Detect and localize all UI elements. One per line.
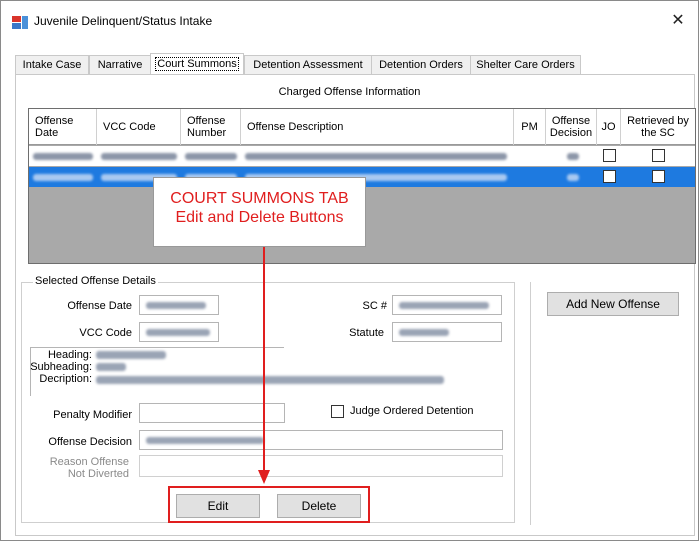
redacted-offense-description [245,153,507,160]
column-offense-decision[interactable]: Offense Decision [546,109,597,145]
annotation-line-1: COURT SUMMONS TAB [170,190,349,207]
vcc-code-label: VCC Code [79,327,132,339]
offense-decision-field[interactable] [139,430,503,450]
annotation-line-2: Edit and Delete Buttons [175,209,344,226]
retrieved-checkbox[interactable] [652,149,665,162]
tab-shelter-care-orders[interactable]: Shelter Care Orders [470,55,581,75]
annotation-arrowhead [258,470,270,484]
title-bar: Juvenile Delinquent/Status Intake ✕ [1,1,698,41]
offense-date-label: Offense Date [67,300,132,312]
redacted-vcc-code [101,153,177,160]
delete-button[interactable]: Delete [277,494,361,518]
retrieved-checkbox[interactable] [652,170,665,183]
tab-detention-orders[interactable]: Detention Orders [371,55,471,75]
annotation-callout: COURT SUMMONS TAB Edit and Delete Button… [153,177,366,247]
column-offense-date[interactable]: Offense Date [29,109,97,145]
grid-caption: Charged Offense Information [278,86,421,98]
tab-intake-case[interactable]: Intake Case [15,55,89,75]
description-label: Decription: [39,373,92,385]
annotation-arrow-line [263,247,265,472]
tab-label: Detention Assessment [253,59,363,71]
judge-ordered-detention-checkbox[interactable] [331,405,344,418]
redacted-offense-number [185,153,237,160]
column-jo[interactable]: JO [597,109,621,145]
redacted-heading [96,351,166,359]
tab-label: Narrative [97,59,143,71]
penalty-modifier-label: Penalty Modifier [53,409,132,421]
heading-label: Heading: [47,349,92,361]
edit-button[interactable]: Edit [176,494,260,518]
redacted-offense-decision [567,153,579,160]
redacted-subheading [96,363,126,371]
redacted-value [146,437,264,444]
tab-label: Shelter Care Orders [476,59,575,71]
tab-court-summons[interactable]: Court Summons [150,53,244,76]
redacted-offense-decision [567,174,579,181]
statute-label: Statute [349,327,384,339]
subheading-label: Subheading: [30,361,92,373]
app-icon [12,16,28,29]
reason-offense-label: Reason Offense [49,456,129,468]
column-vcc-code[interactable]: VCC Code [97,109,181,145]
tab-label: Detention Orders [379,59,463,71]
tab-narrative[interactable]: Narrative [89,55,151,75]
offense-date-field[interactable] [139,295,219,315]
close-icon[interactable]: ✕ [658,7,698,35]
group-legend: Selected Offense Details [33,275,158,287]
redacted-description [96,376,444,384]
window-title: Juvenile Delinquent/Status Intake [34,14,213,28]
column-offense-number[interactable]: Offense Number [181,109,241,145]
sc-number-field[interactable] [392,295,502,315]
jo-checkbox[interactable] [603,170,616,183]
redacted-value [146,302,206,309]
column-pm[interactable]: PM [514,109,546,145]
not-diverted-label: Not Diverted [67,468,129,480]
redacted-offense-date [33,153,93,160]
vcc-code-field[interactable] [139,322,219,342]
reason-offense-field[interactable] [139,455,503,477]
redacted-value [399,302,489,309]
offense-decision-label: Offense Decision [48,436,132,448]
jo-checkbox[interactable] [603,149,616,162]
add-new-offense-button[interactable]: Add New Offense [547,292,679,316]
column-retrieved-by-sc[interactable]: Retrieved by the SC [621,109,695,145]
redacted-value [146,329,210,336]
column-offense-description[interactable]: Offense Description [241,109,514,145]
vertical-divider [530,282,531,525]
tab-detention-assessment[interactable]: Detention Assessment [244,55,372,75]
redacted-offense-date [33,174,93,181]
grid-header: Offense Date VCC Code Offense Number Off… [29,109,695,145]
redacted-value [399,329,449,336]
tab-label: Court Summons [155,57,239,71]
table-row[interactable] [29,146,695,166]
judge-ordered-detention-label: Judge Ordered Detention [350,405,474,417]
tab-label: Intake Case [22,59,82,71]
sc-number-label: SC # [362,300,387,312]
statute-field[interactable] [392,322,502,342]
